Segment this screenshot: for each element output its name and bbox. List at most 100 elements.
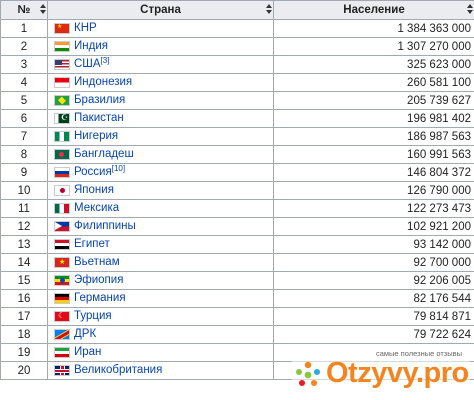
rank-cell: 10 (0, 181, 48, 200)
population-cell: 79 722 624 (273, 325, 474, 344)
country-link[interactable]: Бангладеш (74, 148, 134, 160)
country-link[interactable]: Египет (74, 238, 110, 250)
rank-cell: 18 (0, 325, 48, 344)
reference-link[interactable]: [10] (112, 165, 125, 174)
country-cell: Индия (47, 37, 274, 56)
country-cell: Бангладеш (47, 145, 274, 164)
country-link[interactable]: Эфиопия (74, 274, 123, 286)
country-cell: ДРК (47, 325, 274, 344)
table-row: 13 Египет 93 142 000 (0, 235, 474, 254)
eg-flag-icon (54, 238, 70, 250)
table-row: 2 Индия 1 307 270 000 (0, 37, 474, 56)
population-cell: 186 987 563 (273, 127, 474, 146)
table-row: 15 Эфиопия 92 206 005 (0, 271, 474, 290)
country-link[interactable]: Россия (74, 166, 112, 178)
table-row: 18 ДРК 79 722 624 (0, 325, 474, 344)
country-cell: Индонезия (47, 73, 274, 92)
country-link[interactable]: КНР (74, 22, 97, 34)
population-cell: 122 273 473 (273, 199, 474, 218)
header-population[interactable]: Население (273, 0, 474, 20)
population-cell: 260 581 100 (273, 73, 474, 92)
country-cell: Япония (47, 181, 274, 200)
table-row: 16 Германия 82 176 544 (0, 289, 474, 308)
header-num-label: № (17, 4, 31, 16)
country-cell: Россия[10] (47, 163, 274, 182)
population-cell: 1 307 270 000 (273, 37, 474, 56)
table-row: 4 Индонезия 260 581 100 (0, 73, 474, 92)
country-link[interactable]: Индия (74, 40, 108, 52)
bd-flag-icon (54, 148, 70, 160)
population-cell: 102 921 200 (273, 217, 474, 236)
table-row: 8 Бангладеш 160 991 563 (0, 145, 474, 164)
rank-cell: 11 (0, 199, 48, 218)
country-link[interactable]: Великобритания (74, 364, 162, 376)
tr-flag-icon (54, 310, 70, 322)
rank-cell: 2 (0, 37, 48, 56)
rank-cell: 14 (0, 253, 48, 272)
country-cell: Эфиопия (47, 271, 274, 290)
header-population-label: Население (343, 4, 405, 16)
country-link[interactable]: Турция (74, 310, 112, 322)
header-num[interactable]: № (0, 0, 48, 20)
country-link[interactable]: Иран (74, 346, 101, 358)
de-flag-icon (54, 292, 70, 304)
table-row: 17 Турция 79 814 871 (0, 307, 474, 326)
header-country-label: Страна (140, 4, 181, 16)
table-row: 1 КНР 1 384 363 000 (0, 19, 474, 38)
country-cell: Нигерия (47, 127, 274, 146)
country-link[interactable]: Филиппины (74, 220, 136, 232)
rank-cell: 13 (0, 235, 48, 254)
table-row: 5 Бразилия 205 739 627 (0, 91, 474, 110)
mx-flag-icon (54, 202, 70, 214)
reference-link[interactable]: [3] (101, 57, 110, 66)
country-link[interactable]: Германия (74, 292, 126, 304)
watermark: самые полезные отзывы Otzyvy.pro (292, 348, 470, 398)
rank-cell: 5 (0, 91, 48, 110)
rank-cell: 4 (0, 73, 48, 92)
jp-flag-icon (54, 184, 70, 196)
population-cell: 82 176 544 (273, 289, 474, 308)
vn-flag-icon (54, 256, 70, 268)
population-cell: 205 739 627 (273, 91, 474, 110)
population-cell: 1 384 363 000 (273, 19, 474, 38)
rank-cell: 17 (0, 307, 48, 326)
country-cell: США[3] (47, 55, 274, 74)
et-flag-icon (54, 274, 70, 286)
country-link[interactable]: Индонезия (74, 76, 132, 88)
us-flag-icon (54, 58, 70, 70)
country-cell: КНР (47, 19, 274, 38)
rank-cell: 6 (0, 109, 48, 128)
table-row: 6 Пакистан 196 981 402 (0, 109, 474, 128)
table-row: 10 Япония 126 790 000 (0, 181, 474, 200)
table-header-row: № Страна Население (0, 0, 474, 20)
country-link[interactable]: Бразилия (74, 94, 125, 106)
table-row: 7 Нигерия 186 987 563 (0, 127, 474, 146)
population-table: № Страна Население 1 КНР 1 384 363 000 2 Ин… (0, 0, 474, 380)
rank-cell: 16 (0, 289, 48, 308)
country-link[interactable]: Пакистан (74, 112, 124, 124)
population-cell: 93 142 000 (273, 235, 474, 254)
table-row: 14 Вьетнам 92 700 000 (0, 253, 474, 272)
country-link[interactable]: Япония (74, 184, 114, 196)
rank-cell: 15 (0, 271, 48, 290)
rank-cell: 19 (0, 343, 48, 362)
country-link[interactable]: США (74, 58, 101, 70)
country-link[interactable]: Мексика (74, 202, 119, 214)
table-row: 3 США[3] 325 623 000 (0, 55, 474, 74)
country-cell: Мексика (47, 199, 274, 218)
population-cell: 92 700 000 (273, 253, 474, 272)
country-cell: Филиппины (47, 217, 274, 236)
country-link[interactable]: Вьетнам (74, 256, 120, 268)
country-cell: Пакистан (47, 109, 274, 128)
country-cell: Германия (47, 289, 274, 308)
rank-cell: 3 (0, 55, 48, 74)
table-row: 11 Мексика 122 273 473 (0, 199, 474, 218)
country-link[interactable]: Нигерия (74, 130, 118, 142)
country-link[interactable]: ДРК (74, 328, 96, 340)
pk-flag-icon (54, 112, 70, 124)
ng-flag-icon (54, 130, 70, 142)
population-cell: 92 206 005 (273, 271, 474, 290)
rank-cell: 9 (0, 163, 48, 182)
country-cell: Вьетнам (47, 253, 274, 272)
header-country[interactable]: Страна (47, 0, 274, 20)
